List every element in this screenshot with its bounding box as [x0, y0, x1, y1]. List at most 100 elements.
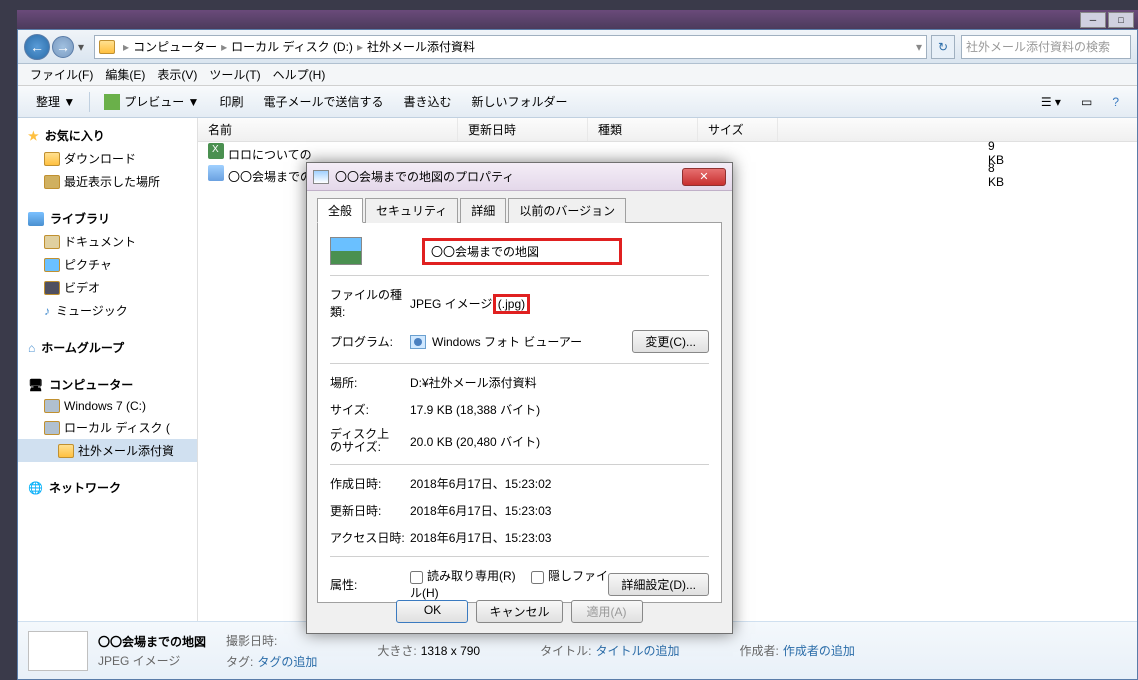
sidebar-downloads[interactable]: ダウンロード: [18, 147, 197, 170]
history-dropdown-icon[interactable]: ▾: [78, 40, 84, 54]
breadcrumb-folder[interactable]: 社外メール添付資料: [367, 38, 475, 55]
menu-edit[interactable]: 編集(E): [99, 64, 151, 85]
xls-icon: [208, 143, 224, 159]
library-header[interactable]: ライブラリ: [18, 207, 197, 230]
homegroup-header[interactable]: ⌂ホームグループ: [18, 336, 197, 359]
accessed-label: アクセス日時:: [330, 529, 410, 546]
forward-button[interactable]: →: [52, 36, 74, 58]
menu-tools[interactable]: ツール(T): [203, 64, 266, 85]
favorites-header[interactable]: ★お気に入り: [18, 124, 197, 147]
col-date[interactable]: 更新日時: [458, 118, 588, 141]
tab-content-general: 〇〇会場までの地図 ファイルの種類: JPEG イメージ (.jpg) プログラ…: [317, 223, 722, 603]
tab-security[interactable]: セキュリティ: [365, 198, 458, 223]
file-preview-icon: [330, 237, 362, 265]
photo-viewer-icon: [410, 335, 426, 349]
size-label: サイズ:: [330, 401, 410, 418]
newfolder-button[interactable]: 新しいフォルダー: [461, 89, 577, 114]
refresh-button[interactable]: ↻: [931, 35, 955, 59]
toolbar: 整理 ▼ プレビュー ▼ 印刷 電子メールで送信する 書き込む 新しいフォルダー…: [18, 86, 1137, 118]
dimensions-value: 1318 x 790: [421, 644, 480, 658]
author-label: 作成者:: [739, 642, 778, 659]
location-label: 場所:: [330, 374, 410, 391]
program-label: プログラム:: [330, 333, 410, 350]
title-label: タイトル:: [540, 642, 591, 659]
maximize-button[interactable]: □: [1108, 12, 1134, 28]
folder-icon: [99, 40, 115, 54]
minimize-button[interactable]: ─: [1080, 12, 1106, 28]
dialog-titlebar[interactable]: 〇〇会場までの地図のプロパティ ✕: [307, 163, 732, 191]
created-label: 作成日時:: [330, 475, 410, 492]
tab-previous[interactable]: 以前のバージョン: [508, 198, 626, 223]
attributes-label: 属性:: [330, 576, 410, 593]
col-size[interactable]: サイズ: [698, 118, 778, 141]
breadcrumb-drive[interactable]: ローカル ディスク (D:): [231, 38, 353, 55]
tab-details[interactable]: 詳細: [460, 198, 506, 223]
tab-general[interactable]: 全般: [317, 198, 363, 223]
selected-file-type: JPEG イメージ: [98, 652, 206, 669]
filetype-value: JPEG イメージ (.jpg): [410, 295, 709, 312]
tags-value[interactable]: タグの追加: [257, 653, 317, 670]
navigation-pane: ★お気に入り ダウンロード 最近表示した場所 ライブラリ ドキュメント ピクチャ…: [18, 118, 198, 621]
col-type[interactable]: 種類: [588, 118, 698, 141]
back-button[interactable]: ←: [24, 34, 50, 60]
dialog-tabs: 全般 セキュリティ 詳細 以前のバージョン: [317, 197, 722, 223]
breadcrumb[interactable]: ▸ コンピューター ▸ ローカル ディスク (D:) ▸ 社外メール添付資料 ▾: [94, 35, 927, 59]
created-value: 2018年6月17日、15:23:02: [410, 475, 709, 492]
dimensions-label: 大きさ:: [377, 642, 416, 659]
col-name[interactable]: 名前: [198, 118, 458, 141]
burn-button[interactable]: 書き込む: [393, 89, 461, 114]
sidebar-ddrive[interactable]: ローカル ディスク (: [18, 416, 197, 439]
jpg-icon: [208, 165, 224, 181]
filename-field[interactable]: 〇〇会場までの地図: [422, 238, 622, 265]
breadcrumb-root[interactable]: コンピューター: [133, 38, 217, 55]
dialog-close-button[interactable]: ✕: [682, 168, 726, 186]
view-options-icon[interactable]: ☰ ▾: [1031, 91, 1071, 113]
modified-value: 2018年6月17日、15:23:03: [410, 502, 709, 519]
properties-dialog: 〇〇会場までの地図のプロパティ ✕ 全般 セキュリティ 詳細 以前のバージョン …: [306, 162, 733, 634]
search-input[interactable]: 社外メール添付資料の検索: [961, 35, 1131, 59]
email-button[interactable]: 電子メールで送信する: [253, 89, 393, 114]
dialog-icon: [313, 170, 329, 184]
menu-help[interactable]: ヘルプ(H): [267, 64, 332, 85]
sidebar-music[interactable]: ♪ミュージック: [18, 299, 197, 322]
print-button[interactable]: 印刷: [209, 89, 253, 114]
preview-button[interactable]: プレビュー ▼: [94, 89, 209, 114]
title-value[interactable]: タイトルの追加: [595, 642, 679, 659]
sidebar-pictures[interactable]: ピクチャ: [18, 253, 197, 276]
modified-label: 更新日時:: [330, 502, 410, 519]
advanced-button[interactable]: 詳細設定(D)...: [608, 573, 709, 596]
address-bar: ← → ▾ ▸ コンピューター ▸ ローカル ディスク (D:) ▸ 社外メール…: [18, 30, 1137, 64]
help-icon[interactable]: ?: [1102, 91, 1129, 113]
network-header[interactable]: 🌐ネットワーク: [18, 476, 197, 499]
computer-header[interactable]: 🖥コンピューター: [18, 373, 197, 396]
menu-bar: ファイル(F) 編集(E) 表示(V) ツール(T) ヘルプ(H): [18, 64, 1137, 86]
sidebar-current-folder[interactable]: 社外メール添付資: [18, 439, 197, 462]
window-titlebar: ─ □: [17, 10, 1138, 30]
tags-label: タグ:: [226, 653, 253, 670]
thumbnail: [28, 631, 88, 671]
cancel-button[interactable]: キャンセル: [476, 600, 562, 623]
accessed-value: 2018年6月17日、15:23:03: [410, 529, 709, 546]
apply-button[interactable]: 適用(A): [571, 600, 643, 623]
program-value: Windows フォト ビューアー: [432, 333, 582, 350]
change-program-button[interactable]: 変更(C)...: [632, 330, 709, 353]
disksize-value: 20.0 KB (20,480 バイト): [410, 433, 709, 450]
date-taken-label: 撮影日時:: [226, 632, 277, 649]
organize-button[interactable]: 整理 ▼: [26, 89, 85, 114]
location-value: D:¥社外メール添付資料: [410, 374, 709, 391]
menu-file[interactable]: ファイル(F): [24, 64, 99, 85]
author-value[interactable]: 作成者の追加: [783, 642, 855, 659]
sidebar-recent[interactable]: 最近表示した場所: [18, 170, 197, 193]
sidebar-cdrive[interactable]: Windows 7 (C:): [18, 396, 197, 416]
ok-button[interactable]: OK: [396, 600, 468, 623]
sidebar-videos[interactable]: ビデオ: [18, 276, 197, 299]
disksize-label: ディスク上 のサイズ:: [330, 428, 410, 454]
selected-file-name: 〇〇会場までの地図: [98, 635, 206, 649]
menu-view[interactable]: 表示(V): [151, 64, 203, 85]
preview-pane-icon[interactable]: ▭: [1071, 91, 1102, 113]
search-placeholder: 社外メール添付資料の検索: [966, 38, 1110, 55]
readonly-checkbox[interactable]: 読み取り専用(R): [410, 569, 516, 583]
sidebar-documents[interactable]: ドキュメント: [18, 230, 197, 253]
size-value: 17.9 KB (18,388 バイト): [410, 401, 709, 418]
filetype-label: ファイルの種類:: [330, 286, 410, 320]
